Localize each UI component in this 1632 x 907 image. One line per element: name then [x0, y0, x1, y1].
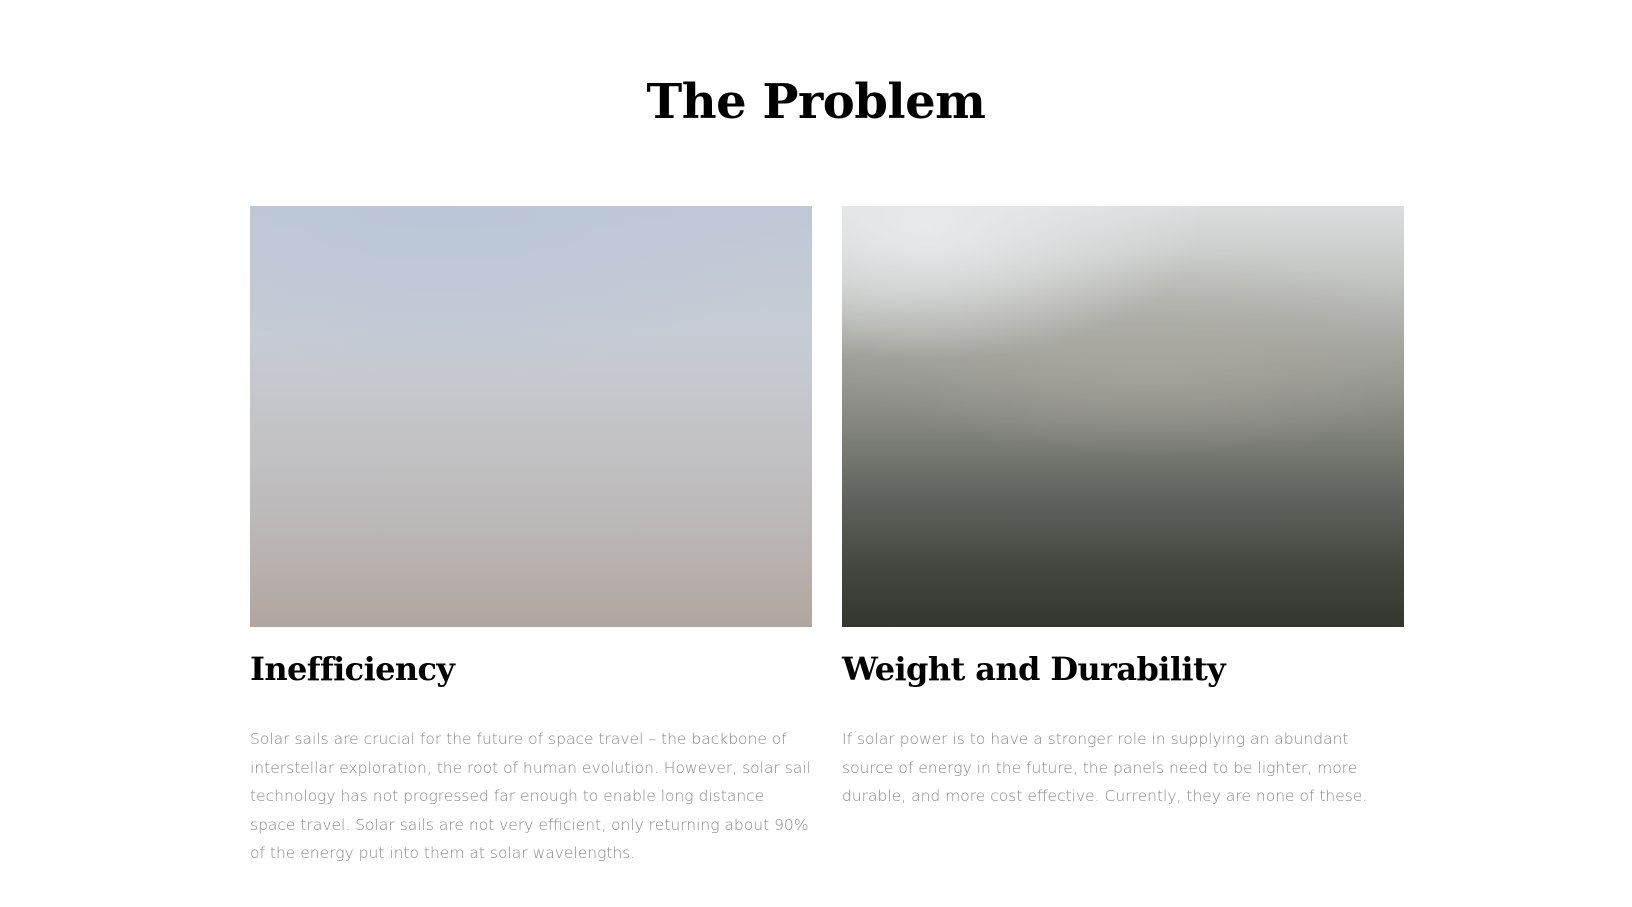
- card-image-weight-durability: [842, 206, 1404, 627]
- card-inefficiency: Inefficiency Solar sails are crucial for…: [250, 206, 812, 868]
- problem-section: The Problem Inefficiency Solar sails are…: [0, 0, 1632, 907]
- card-text-weight-durability: If solar power is to have a stronger rol…: [842, 730, 1368, 805]
- card-text-inefficiency: Solar sails are crucial for the future o…: [250, 730, 811, 862]
- card-title-inefficiency: Inefficiency: [250, 650, 455, 688]
- card-title-weight-durability: Weight and Durability: [842, 650, 1226, 688]
- section-title: The Problem: [646, 74, 986, 130]
- card-weight-durability: Weight and Durability If solar power is …: [842, 206, 1404, 811]
- card-image-inefficiency: [250, 206, 812, 627]
